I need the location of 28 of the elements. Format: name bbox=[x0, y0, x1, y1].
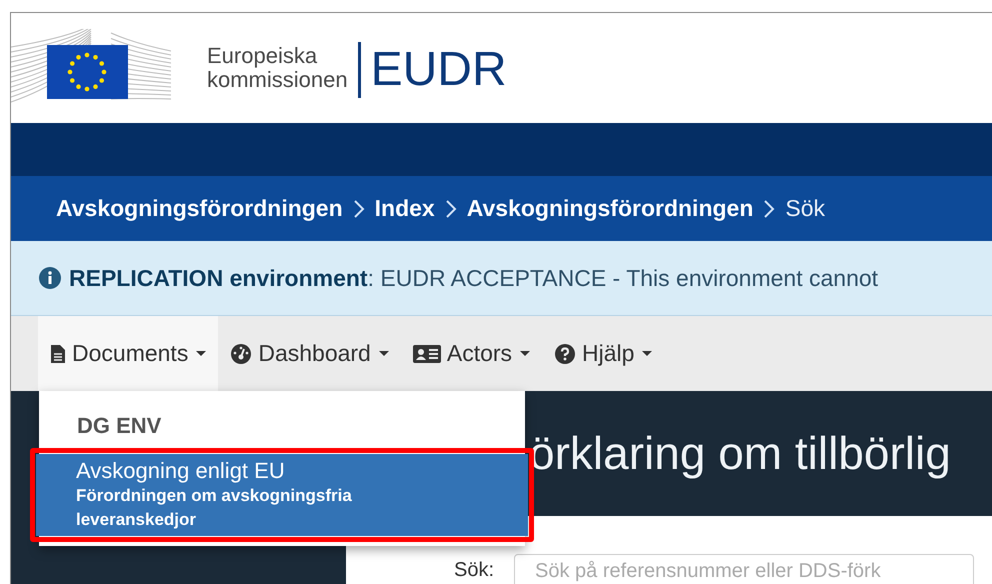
menu-item-subtitle: Förordningen om avskogningsfria leveranskedjor bbox=[76, 485, 353, 531]
org-name: Europeiska bbox=[207, 44, 318, 68]
document-icon bbox=[50, 344, 66, 364]
caret-icon bbox=[520, 350, 530, 356]
org-name: kommissionen bbox=[207, 68, 348, 92]
chevron-right-icon bbox=[444, 198, 457, 218]
page-heading: örklaring om tillbörlig bbox=[529, 426, 951, 481]
menu-group-header: DG ENV bbox=[76, 412, 162, 440]
id-card-icon bbox=[412, 344, 441, 364]
gauge-icon bbox=[230, 342, 252, 364]
breadcrumb-link[interactable]: Index bbox=[374, 191, 435, 226]
breadcrumb-link[interactable]: Avskogningsförordningen bbox=[56, 191, 343, 226]
caret-icon bbox=[642, 350, 652, 356]
app-name: EUDR bbox=[370, 42, 507, 98]
caret-icon bbox=[196, 350, 206, 356]
help-icon bbox=[554, 342, 576, 364]
chevron-right-icon bbox=[763, 198, 776, 218]
chevron-right-icon bbox=[352, 198, 365, 218]
breadcrumb-link[interactable]: Sök bbox=[785, 191, 826, 226]
menu-item-title: Avskogning enligt EU bbox=[76, 458, 286, 484]
info-icon bbox=[39, 267, 61, 289]
nav-menu-button[interactable]: Documents bbox=[38, 316, 218, 391]
breadcrumb-link[interactable]: Avskogningsförordningen bbox=[466, 191, 754, 226]
caret-icon bbox=[378, 350, 389, 356]
menu-item[interactable]: Avskogning enligt EU Förordningen om avskogningsfria leveranskedjor bbox=[36, 454, 528, 536]
banner-message: REPLICATION environment: EUDR ACCEPTANCE - This environment cannot bbox=[69, 264, 878, 293]
search-field[interactable]: Sök på referensnummer eller DDS-förk bbox=[514, 554, 974, 584]
search-label: Sök: bbox=[454, 558, 494, 582]
